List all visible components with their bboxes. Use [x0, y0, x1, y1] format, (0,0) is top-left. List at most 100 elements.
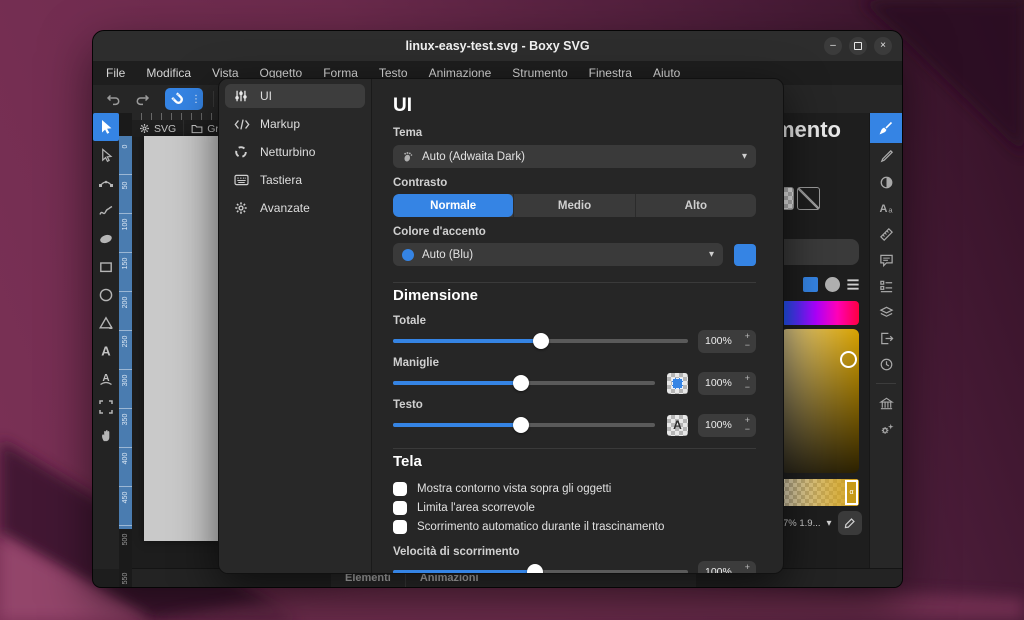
undo-button[interactable]: [101, 88, 125, 110]
titlebar[interactable]: linux-easy-test.svg - Boxy SVG – ×: [93, 31, 902, 62]
tool-text-path[interactable]: A: [93, 365, 119, 393]
hue-slider[interactable]: [781, 301, 859, 325]
nav-markup[interactable]: Markup: [225, 112, 365, 136]
right-tool-strip: Aa: [869, 113, 902, 569]
mode-list[interactable]: [845, 277, 861, 292]
contrast-alto[interactable]: Alto: [635, 194, 756, 217]
tool-blob[interactable]: [93, 225, 119, 253]
stepper-testo[interactable]: 100% +−: [698, 414, 756, 437]
panel-fill-button[interactable]: [870, 113, 902, 143]
menu-file[interactable]: File: [106, 66, 125, 80]
panel-meta-button[interactable]: [870, 273, 902, 299]
maximize-button[interactable]: [849, 37, 867, 55]
svg-text:a: a: [888, 206, 893, 215]
checkbox-autoscroll[interactable]: [393, 520, 407, 534]
tool-edit[interactable]: [93, 141, 119, 169]
menu-modifica[interactable]: Modifica: [146, 66, 191, 80]
accent-color-swatch[interactable]: [734, 244, 756, 266]
mode-square[interactable]: [803, 277, 818, 292]
panel-history-button[interactable]: [870, 351, 902, 377]
panel-compositing-button[interactable]: [870, 169, 902, 195]
stepper-totale[interactable]: 100% +−: [698, 330, 756, 353]
slider-totale-thumb[interactable]: [533, 333, 549, 349]
decrement-button[interactable]: −: [745, 572, 750, 573]
recycle-icon: [234, 145, 250, 159]
nav-netturbino[interactable]: Netturbino: [225, 140, 365, 164]
panel-typography-button[interactable]: Aa: [870, 195, 902, 221]
nav-ui[interactable]: UI: [225, 84, 365, 108]
drawing-canvas[interactable]: [144, 136, 218, 541]
form-list-icon: [879, 279, 894, 294]
tool-text[interactable]: A: [93, 337, 119, 365]
accent-label: Colore d'accento: [393, 226, 756, 239]
redo-button[interactable]: [131, 88, 155, 110]
checkbox-limit-scroll[interactable]: [393, 501, 407, 515]
alpha-slider[interactable]: α: [781, 479, 859, 506]
snap-menu-dots[interactable]: ⋮: [191, 94, 203, 105]
gear-sparkle-icon: [879, 422, 894, 437]
slider-testo-thumb[interactable]: [513, 417, 529, 433]
sv-picker-handle[interactable]: [840, 351, 857, 368]
decrement-button[interactable]: −: [745, 383, 750, 392]
slider-testo[interactable]: [393, 414, 655, 436]
hand-icon: [99, 428, 114, 443]
eyedropper-button[interactable]: [838, 511, 862, 535]
nav-avanzate[interactable]: Avanzate: [225, 196, 365, 220]
snap-toggle[interactable]: ⋮: [165, 88, 203, 110]
tool-select[interactable]: [93, 113, 119, 141]
close-button[interactable]: ×: [874, 37, 892, 55]
paint-swatch-none[interactable]: [797, 187, 820, 210]
stepper-maniglie[interactable]: 100% +−: [698, 372, 756, 395]
tool-path[interactable]: [93, 169, 119, 197]
slider-speed[interactable]: [393, 561, 688, 573]
decrement-button[interactable]: −: [745, 425, 750, 434]
panel-stroke-button[interactable]: [870, 143, 902, 169]
breadcrumb: SVG Gruppo: [132, 120, 218, 137]
svg-text:A: A: [101, 344, 111, 359]
tool-pan[interactable]: [93, 421, 119, 449]
redo-icon: [135, 91, 151, 107]
tool-view[interactable]: [93, 393, 119, 421]
blob-brush-icon: [98, 231, 114, 247]
slider-totale[interactable]: [393, 330, 688, 352]
contrast-medio[interactable]: Medio: [513, 194, 634, 217]
slider-maniglie[interactable]: [393, 372, 655, 394]
chevron-down-icon: ▾: [742, 151, 747, 162]
slider-speed-thumb[interactable]: [527, 564, 543, 573]
checkbox-outline-above[interactable]: [393, 482, 407, 496]
settings-title: UI: [393, 95, 756, 117]
pen-icon: [879, 149, 894, 164]
theme-dropdown[interactable]: Auto (Adwaita Dark) ▾: [393, 145, 756, 168]
contrast-normale[interactable]: Normale: [393, 194, 513, 217]
color-format-chevron-icon[interactable]: ▾: [827, 518, 832, 529]
ellipse-icon: [98, 287, 114, 303]
accent-dropdown[interactable]: Auto (Blu) ▾: [393, 243, 723, 266]
tool-pencil[interactable]: [93, 197, 119, 225]
nav-tastiera[interactable]: Tastiera: [225, 168, 365, 192]
speed-label: Velocità di scorrimento: [393, 546, 756, 559]
panel-comments-button[interactable]: [870, 247, 902, 273]
direct-select-icon: [99, 148, 114, 163]
boxy-svg-window: linux-easy-test.svg - Boxy SVG – × File …: [92, 30, 903, 588]
alpha-handle[interactable]: α: [845, 480, 858, 505]
breadcrumb-svg[interactable]: SVG: [132, 120, 183, 137]
export-icon: [879, 331, 894, 346]
contrast-segmented: Normale Medio Alto: [393, 194, 756, 217]
slider-maniglie-thumb[interactable]: [513, 375, 529, 391]
mode-circle[interactable]: [825, 277, 840, 292]
panel-geometry-button[interactable]: [870, 221, 902, 247]
tool-ellipse[interactable]: [93, 281, 119, 309]
tool-polygon[interactable]: [93, 309, 119, 337]
decrement-button[interactable]: −: [745, 341, 750, 350]
tool-rect[interactable]: [93, 253, 119, 281]
panel-library-button[interactable]: [870, 390, 902, 416]
panel-objects-button[interactable]: [870, 299, 902, 325]
minimize-button[interactable]: –: [824, 37, 842, 55]
color-value[interactable]: 7% 1.9...: [783, 518, 821, 529]
contrast-icon: [879, 175, 894, 190]
panel-generators-button[interactable]: [870, 416, 902, 442]
saturation-value-picker[interactable]: [781, 329, 859, 473]
stepper-speed[interactable]: 100% +−: [698, 561, 756, 574]
panel-export-button[interactable]: [870, 325, 902, 351]
keyboard-icon: [234, 174, 250, 186]
